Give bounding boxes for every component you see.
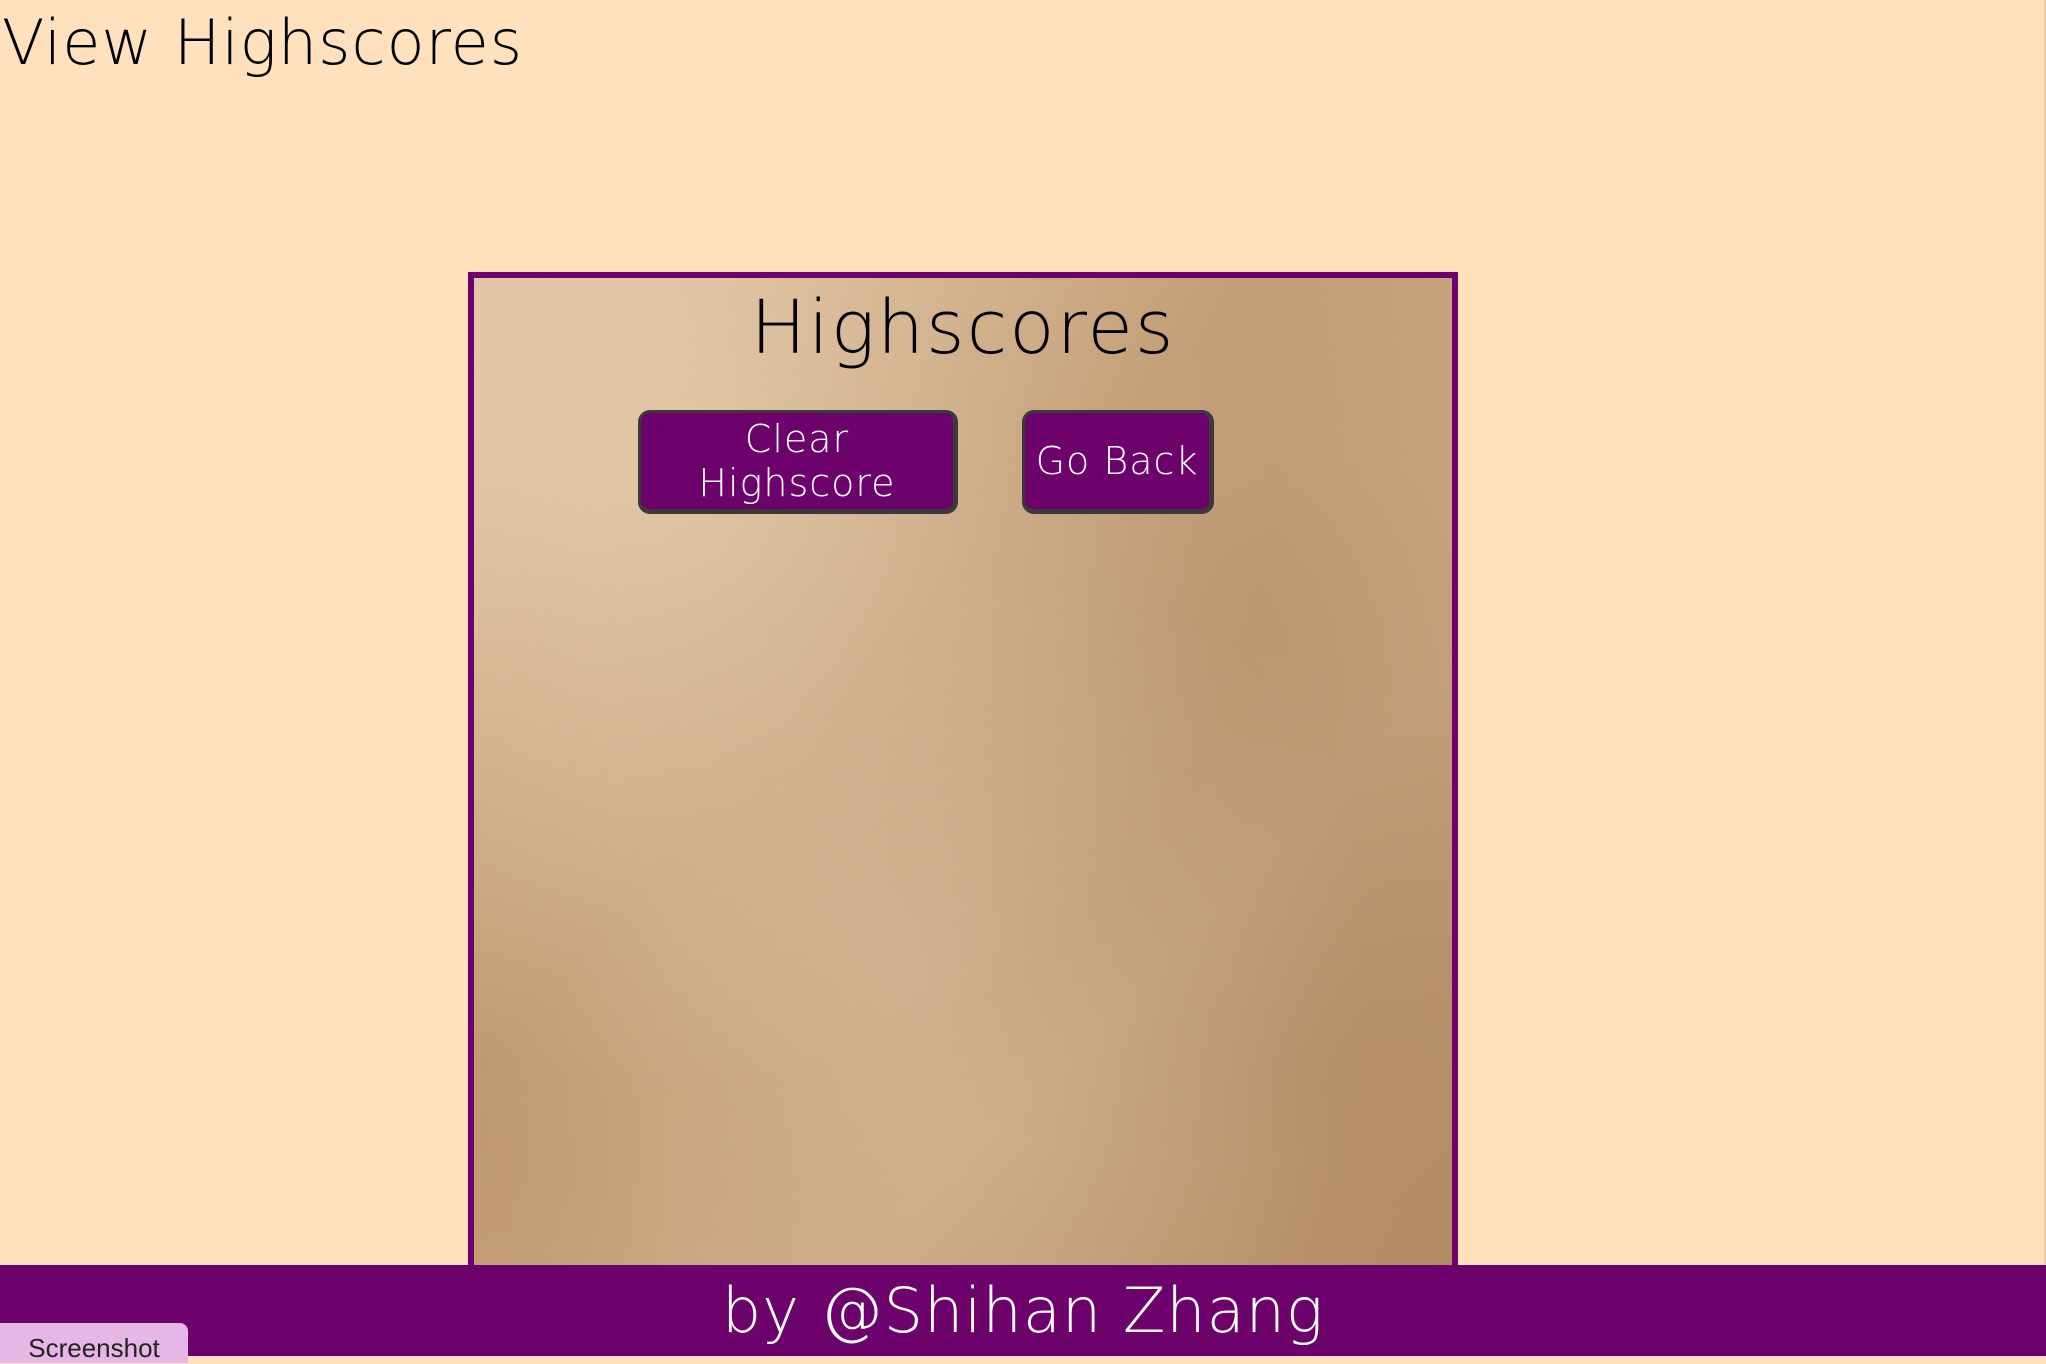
clear-highscore-button[interactable]: Clear Highscore (638, 410, 958, 514)
view-highscores-link[interactable]: View Highscores (2, 6, 523, 80)
footer-credit: by @Shihan Zhang (721, 1274, 1325, 1347)
footer: by @Shihan Zhang (0, 1265, 2046, 1356)
screenshot-button[interactable]: Screenshot (0, 1323, 188, 1363)
go-back-button[interactable]: Go Back (1022, 410, 1214, 514)
highscores-panel: Highscores Clear Highscore Go Back (468, 272, 1458, 1272)
highscores-title: Highscores (750, 285, 1176, 371)
